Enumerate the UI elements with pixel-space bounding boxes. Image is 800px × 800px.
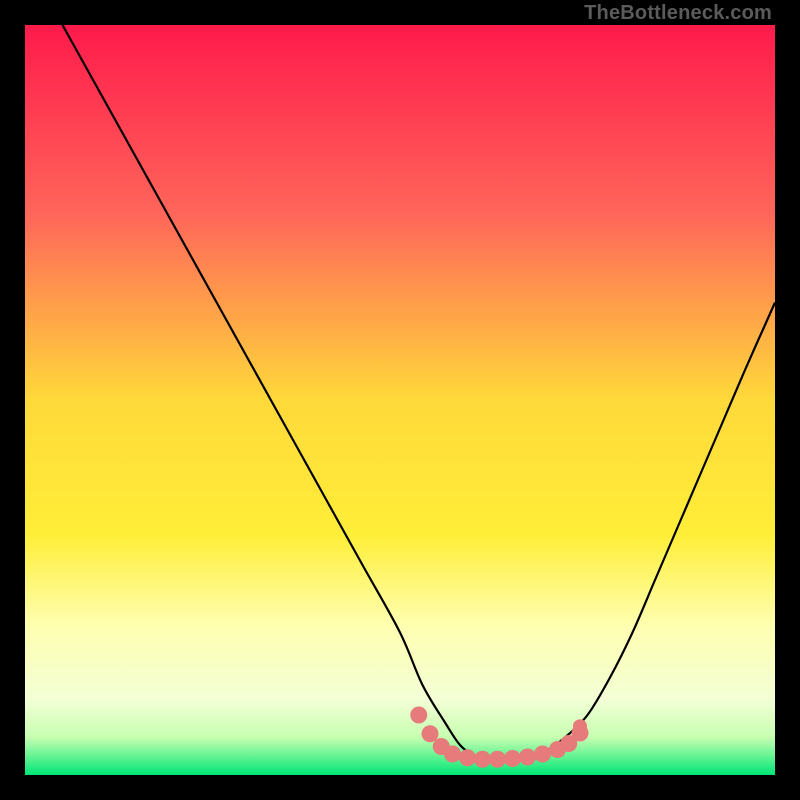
optimal-zone-endpoint-dot	[573, 719, 587, 733]
optimal-zone-dot	[519, 749, 536, 766]
bottleneck-chart	[25, 25, 775, 775]
optimal-zone-dot	[444, 746, 461, 763]
optimal-zone-dot	[534, 746, 551, 763]
optimal-zone-dot	[504, 750, 521, 767]
optimal-zone-dot	[459, 749, 476, 766]
gradient-background	[25, 25, 775, 775]
optimal-zone-dot	[474, 751, 491, 768]
optimal-zone-dot	[410, 707, 427, 724]
chart-frame	[25, 25, 775, 775]
optimal-zone-dot	[422, 725, 439, 742]
optimal-zone-dot	[489, 751, 506, 768]
watermark-text: TheBottleneck.com	[584, 2, 772, 25]
